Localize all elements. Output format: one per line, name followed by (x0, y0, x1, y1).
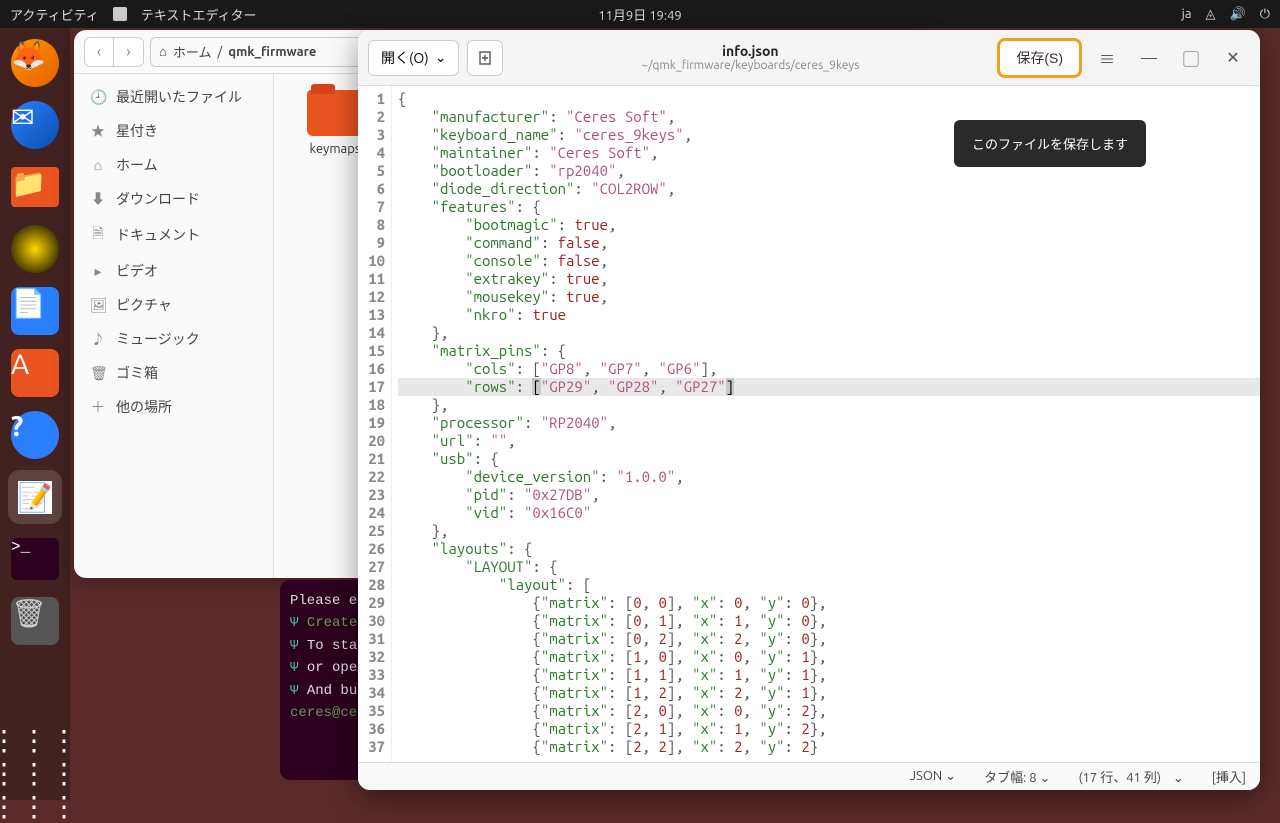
sidebar-item-trash[interactable]: 🗑ゴミ箱 (74, 356, 273, 390)
volume-icon[interactable]: 🔊 (1230, 7, 1246, 22)
sidebar-item-videos[interactable]: ▸ビデオ (74, 254, 273, 288)
status-language[interactable]: JSON ⌄ (910, 769, 956, 784)
save-button[interactable]: 保存(S) (997, 38, 1082, 78)
editor-title: info.json ~/qmk_firmware/keyboards/ceres… (511, 43, 989, 72)
code-area[interactable]: { "manufacturer": "Ceres Soft", "keyboar… (392, 86, 1260, 762)
sidebar-item-other[interactable]: ＋他の場所 (74, 390, 273, 424)
back-button[interactable]: ‹ (84, 37, 114, 67)
sidebar-item-home[interactable]: ⌂ホーム (74, 148, 273, 182)
close-button[interactable]: ✕ (1216, 41, 1250, 75)
status-tab-width[interactable]: タブ幅: 8 ⌄ (984, 767, 1050, 786)
minimize-button[interactable]: — (1132, 41, 1166, 75)
sidebar-item-music[interactable]: ♪ミュージック (74, 322, 273, 356)
editor-header: 開く(O) ⌄ info.json ~/qmk_firmware/keyboar… (358, 30, 1260, 86)
datetime[interactable]: 11月9日 19:49 (598, 5, 682, 24)
dock-trash[interactable]: 🗑 (8, 594, 62, 648)
hamburger-menu-button[interactable]: ≡ (1090, 41, 1124, 75)
chevron-down-icon: ⌄ (435, 49, 447, 66)
status-cursor-pos[interactable]: (17 行、41 列) ⌄ (1078, 767, 1183, 786)
file-manager-sidebar: 🕘最近開いたファイル ★星付き ⌂ホーム ⬇ダウンロード 🗎ドキュメント ▸ビデ… (74, 74, 274, 578)
app-icon (113, 7, 127, 21)
open-button[interactable]: 開く(O) ⌄ (368, 40, 459, 76)
dock-firefox[interactable]: 🦊 (8, 36, 62, 90)
dock-show-apps[interactable]: ⋮⋮⋮⋮⋮⋮⋮⋮⋮ (8, 746, 62, 800)
dock-terminal[interactable]: >_ (8, 532, 62, 586)
dock-rhythmbox[interactable] (8, 222, 62, 276)
maximize-button[interactable]: ▢ (1174, 41, 1208, 75)
dock-thunderbird[interactable]: ✉ (8, 98, 62, 152)
editor-statusbar: JSON ⌄ タブ幅: 8 ⌄ (17 行、41 列) ⌄ [挿入] (358, 762, 1260, 790)
save-tooltip: このファイルを保存します (954, 120, 1146, 167)
sidebar-item-documents[interactable]: 🗎ドキュメント (74, 216, 273, 254)
dock-help[interactable]: ? (8, 408, 62, 462)
editor-body[interactable]: 1234567891011121314151617181920212223242… (358, 86, 1260, 762)
input-lang[interactable]: ja (1182, 7, 1192, 21)
dock: 🦊 ✉ 📁 📄 A ? 📝 >_ 🗑 ⋮⋮⋮⋮⋮⋮⋮⋮⋮ (0, 28, 70, 800)
line-gutter: 1234567891011121314151617181920212223242… (358, 86, 392, 762)
sidebar-item-starred[interactable]: ★星付き (74, 114, 273, 148)
sidebar-item-pictures[interactable]: 🖼ピクチャ (74, 288, 273, 322)
app-name[interactable]: テキストエディター (141, 5, 257, 24)
top-bar: アクティビティ テキストエディター 11月9日 19:49 ja ◬ 🔊 ⏻ (0, 0, 1280, 28)
sidebar-item-downloads[interactable]: ⬇ダウンロード (74, 182, 273, 216)
folder-icon (307, 90, 363, 136)
dock-writer[interactable]: 📄 (8, 284, 62, 338)
power-icon[interactable]: ⏻ (1260, 7, 1270, 22)
activities-button[interactable]: アクティビティ (10, 5, 99, 24)
new-document-icon (477, 50, 493, 66)
new-tab-button[interactable] (467, 40, 503, 76)
home-icon: ⌂ (159, 44, 167, 59)
sidebar-item-recent[interactable]: 🕘最近開いたファイル (74, 80, 273, 114)
dock-software[interactable]: A (8, 346, 62, 400)
forward-button[interactable]: › (114, 37, 144, 67)
network-icon[interactable]: ◬ (1206, 7, 1216, 22)
dock-files[interactable]: 📁 (8, 160, 62, 214)
text-editor-window[interactable]: 開く(O) ⌄ info.json ~/qmk_firmware/keyboar… (358, 30, 1260, 790)
dock-text-editor[interactable]: 📝 (8, 470, 62, 524)
status-insert-mode: [挿入] (1212, 767, 1246, 786)
